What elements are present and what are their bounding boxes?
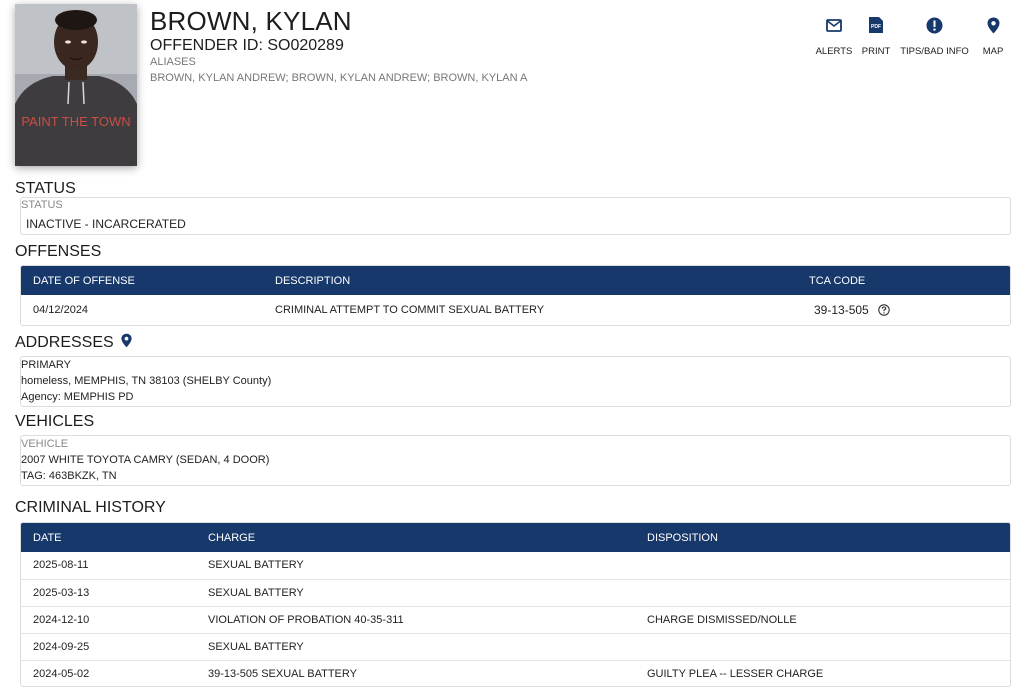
offender-id: OFFENDER ID: SO020289 bbox=[150, 37, 344, 54]
offenses-header-tca: TCA CODE bbox=[797, 266, 1010, 295]
exclamation-circle-icon bbox=[926, 17, 943, 33]
status-label: STATUS bbox=[21, 199, 63, 211]
history-row: 2025-08-11 SEXUAL BATTERY bbox=[21, 552, 1010, 580]
offenses-header-row: DATE OF OFFENSE DESCRIPTION TCA CODE bbox=[21, 266, 1010, 295]
offender-name: BROWN, KYLAN bbox=[150, 6, 352, 36]
history-disposition bbox=[635, 579, 1010, 607]
history-disposition bbox=[635, 552, 1010, 580]
tips-bad-info-button[interactable]: TIPS/BAD INFO bbox=[897, 14, 972, 57]
history-charge: SEXUAL BATTERY bbox=[196, 552, 635, 580]
history-charge: SEXUAL BATTERY bbox=[196, 579, 635, 607]
offense-tca-cell: 39-13-505 bbox=[797, 295, 1010, 325]
offender-photo-image: PAINT THE TOWN bbox=[15, 4, 137, 166]
status-box: STATUS INACTIVE - INCARCERATED bbox=[20, 197, 1011, 235]
offense-date: 04/12/2024 bbox=[21, 295, 263, 325]
offenses-table-container: DATE OF OFFENSE DESCRIPTION TCA CODE 04/… bbox=[20, 265, 1011, 326]
offenses-header-description: DESCRIPTION bbox=[263, 266, 797, 295]
vehicle-tag: TAG: 463BKZK, TN bbox=[21, 470, 117, 482]
criminal-history-table: DATE CHARGE DISPOSITION 2025-08-11 SEXUA… bbox=[21, 523, 1010, 686]
history-row: 2025-03-13 SEXUAL BATTERY bbox=[21, 579, 1010, 607]
alerts-label: ALERTS bbox=[815, 46, 853, 57]
address-line: homeless, MEMPHIS, TN 38103 (SHELBY Coun… bbox=[21, 375, 272, 387]
history-charge: SEXUAL BATTERY bbox=[196, 633, 635, 661]
tips-label: TIPS/BAD INFO bbox=[900, 46, 969, 57]
offense-row: 04/12/2024 CRIMINAL ATTEMPT TO COMMIT SE… bbox=[21, 295, 1010, 325]
question-circle-icon[interactable] bbox=[878, 304, 890, 316]
print-label: PRINT bbox=[861, 46, 891, 57]
offense-description: CRIMINAL ATTEMPT TO COMMIT SEXUAL BATTER… bbox=[263, 295, 797, 325]
address-agency: Agency: MEMPHIS PD bbox=[21, 391, 134, 403]
map-pin-icon bbox=[987, 17, 999, 33]
vehicle-label: VEHICLE bbox=[21, 438, 69, 450]
history-charge: VIOLATION OF PROBATION 40-35-311 bbox=[196, 606, 635, 634]
history-date: 2025-03-13 bbox=[21, 579, 196, 607]
addresses-section-title: ADDRESSES bbox=[15, 333, 132, 352]
print-button[interactable]: PDF PRINT bbox=[858, 14, 894, 57]
history-row: 2024-09-25 SEXUAL BATTERY bbox=[21, 633, 1010, 661]
offense-tca-code: 39-13-505 bbox=[814, 302, 869, 317]
envelope-icon bbox=[826, 18, 842, 32]
criminal-history-table-container: DATE CHARGE DISPOSITION 2025-08-11 SEXUA… bbox=[20, 522, 1011, 687]
svg-text:PDF: PDF bbox=[871, 24, 881, 30]
history-date: 2024-05-02 bbox=[21, 660, 196, 686]
offenses-section-title: OFFENSES bbox=[15, 243, 102, 260]
alerts-button[interactable]: ALERTS bbox=[812, 14, 856, 57]
history-date: 2024-12-10 bbox=[21, 606, 196, 634]
vehicles-section-title: VEHICLES bbox=[15, 413, 95, 430]
history-disposition: CHARGE DISMISSED/NOLLE bbox=[635, 606, 1010, 634]
vehicle-box: VEHICLE 2007 WHITE TOYOTA CAMRY (SEDAN, … bbox=[20, 435, 1011, 486]
vehicle-description: 2007 WHITE TOYOTA CAMRY (SEDAN, 4 DOOR) bbox=[21, 454, 270, 466]
map-pin-icon[interactable] bbox=[121, 333, 132, 348]
history-header-charge: CHARGE bbox=[196, 523, 635, 552]
history-date: 2025-08-11 bbox=[21, 552, 196, 580]
status-section-title: STATUS bbox=[15, 180, 76, 197]
address-box: PRIMARY homeless, MEMPHIS, TN 38103 (SHE… bbox=[20, 356, 1011, 407]
history-header-row: DATE CHARGE DISPOSITION bbox=[21, 523, 1010, 552]
pdf-icon: PDF bbox=[869, 17, 883, 33]
aliases-label: ALIASES bbox=[150, 56, 196, 68]
map-button[interactable]: MAP bbox=[978, 14, 1008, 57]
aliases-value: BROWN, KYLAN ANDREW; BROWN, KYLAN ANDREW… bbox=[150, 72, 528, 84]
offenses-header-date: DATE OF OFFENSE bbox=[21, 266, 263, 295]
history-row: 2024-12-10 VIOLATION OF PROBATION 40-35-… bbox=[21, 606, 1010, 634]
history-disposition: GUILTY PLEA -- LESSER CHARGE bbox=[635, 660, 1010, 686]
criminal-history-section-title: CRIMINAL HISTORY bbox=[15, 499, 166, 516]
offenses-table: DATE OF OFFENSE DESCRIPTION TCA CODE 04/… bbox=[21, 266, 1010, 325]
map-label: MAP bbox=[982, 46, 1004, 57]
history-charge: 39-13-505 SEXUAL BATTERY bbox=[196, 660, 635, 686]
history-header-disposition: DISPOSITION bbox=[635, 523, 1010, 552]
history-date: 2024-09-25 bbox=[21, 633, 196, 661]
status-value: INACTIVE - INCARCERATED bbox=[26, 217, 186, 231]
history-header-date: DATE bbox=[21, 523, 196, 552]
shirt-text: PAINT THE TOWN bbox=[21, 114, 130, 129]
address-type: PRIMARY bbox=[21, 359, 71, 371]
history-row: 2024-05-02 39-13-505 SEXUAL BATTERY GUIL… bbox=[21, 660, 1010, 686]
addresses-title-text: ADDRESSES bbox=[15, 334, 114, 351]
history-disposition bbox=[635, 633, 1010, 661]
offender-photo: PAINT THE TOWN bbox=[15, 4, 137, 166]
